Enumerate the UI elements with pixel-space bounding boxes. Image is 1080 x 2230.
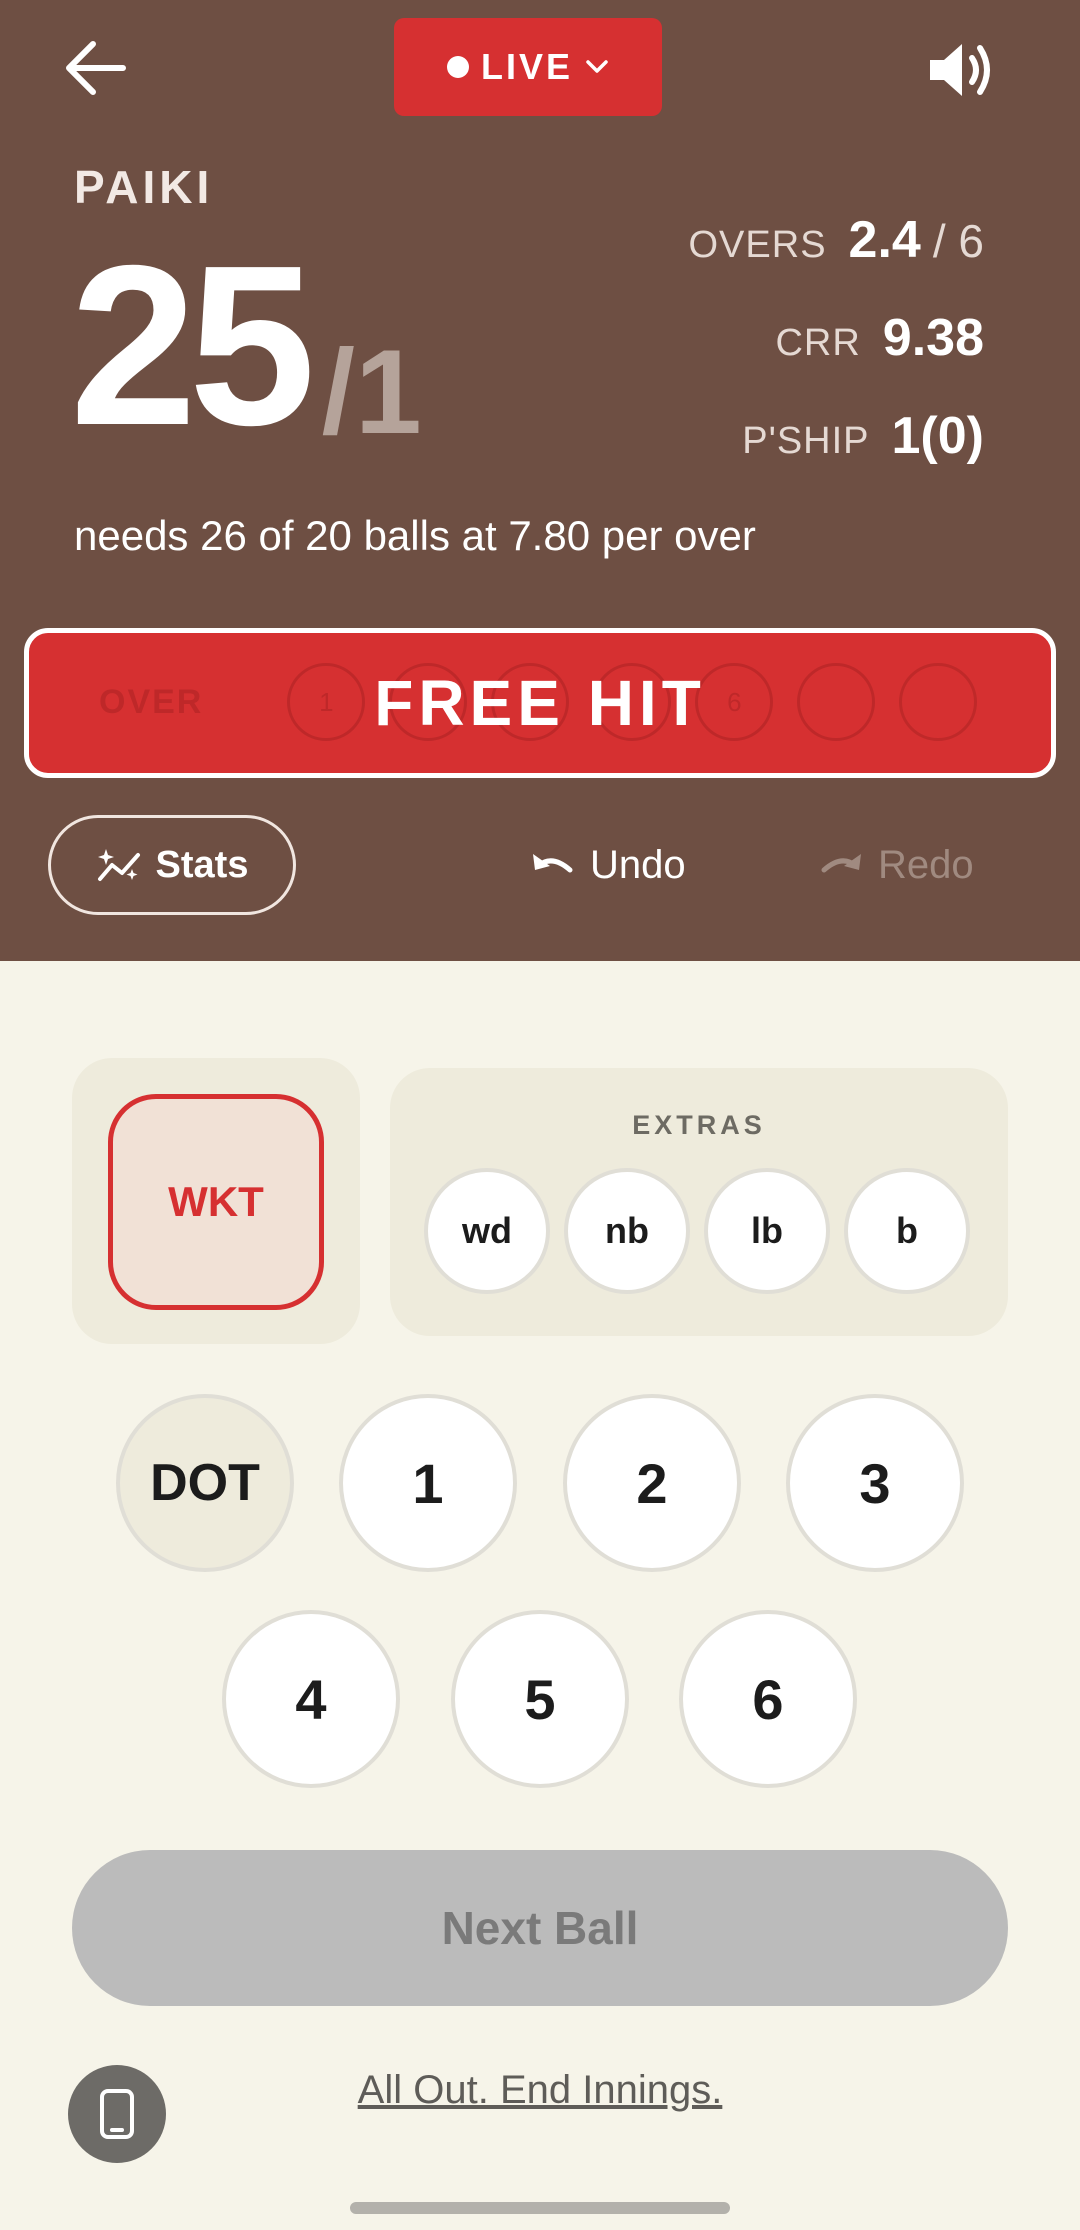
end-innings-link[interactable]: All Out. End Innings. xyxy=(332,2068,748,2113)
scoreboard-header: LIVE PAIKI 25 /1 OVERS 2.4 / 6 CRR 9.38 … xyxy=(0,0,1080,961)
live-label: LIVE xyxy=(480,46,573,87)
three-runs-button[interactable]: 3 xyxy=(786,1394,964,1572)
two-runs-button[interactable]: 2 xyxy=(563,1394,741,1572)
wicket-button[interactable]: WKT xyxy=(108,1094,324,1310)
arrow-left-icon xyxy=(66,41,126,95)
undo-button[interactable]: Undo xyxy=(530,830,686,900)
overs-value: 2.4 xyxy=(848,211,921,269)
phone-icon xyxy=(100,2089,134,2139)
stats-button[interactable]: Stats xyxy=(48,815,296,915)
extras-title: EXTRAS xyxy=(632,1110,766,1140)
partnership-stat: P'SHIP 1(0) xyxy=(742,406,984,466)
sparkle-chart-icon xyxy=(97,849,140,881)
four-runs-button[interactable]: 4 xyxy=(222,1610,400,1788)
wickets-total: /1 xyxy=(321,325,422,459)
home-indicator[interactable] xyxy=(350,2202,730,2214)
redo-label: Redo xyxy=(878,842,974,887)
bye-button[interactable]: b xyxy=(844,1168,970,1294)
wide-button[interactable]: wd xyxy=(424,1168,550,1294)
back-button[interactable] xyxy=(58,30,134,106)
chevron-down-icon xyxy=(586,60,608,73)
runs-total: 25 xyxy=(70,219,316,473)
batting-team-name: PAIKI xyxy=(74,161,214,213)
partnership-value: 1(0) xyxy=(891,407,984,465)
stats-label: Stats xyxy=(155,843,249,886)
crr-stat: CRR 9.38 xyxy=(775,308,984,368)
free-hit-banner: OVER 1 6 FREE HIT xyxy=(24,628,1056,778)
six-runs-button[interactable]: 6 xyxy=(679,1610,857,1788)
redo-button[interactable]: Redo xyxy=(818,830,974,900)
live-dropdown-button[interactable]: LIVE xyxy=(394,18,662,116)
redo-icon xyxy=(821,854,861,873)
undo-icon xyxy=(533,854,573,873)
score-display: 25 /1 xyxy=(70,232,422,460)
crr-label: CRR xyxy=(775,322,861,364)
wicket-card: WKT xyxy=(72,1058,360,1344)
live-indicator-dot xyxy=(446,56,469,78)
extras-buttons: wd nb lb b xyxy=(424,1168,970,1294)
five-runs-button[interactable]: 5 xyxy=(451,1610,629,1788)
one-run-button[interactable]: 1 xyxy=(339,1394,517,1572)
overs-max: / 6 xyxy=(932,215,984,267)
crr-value: 9.38 xyxy=(882,309,984,367)
sound-toggle-button[interactable] xyxy=(920,30,1000,110)
overs-stat: OVERS 2.4 / 6 xyxy=(689,210,985,270)
dot-ball-button[interactable]: DOT xyxy=(116,1394,294,1572)
device-button[interactable] xyxy=(68,2065,166,2163)
target-equation: needs 26 of 20 balls at 7.80 per over xyxy=(74,512,756,559)
no-ball-button[interactable]: nb xyxy=(564,1168,690,1294)
leg-bye-button[interactable]: lb xyxy=(704,1168,830,1294)
overs-label: OVERS xyxy=(688,224,827,266)
partnership-label: P'SHIP xyxy=(742,420,870,462)
undo-label: Undo xyxy=(590,842,686,887)
next-ball-button[interactable]: Next Ball xyxy=(72,1850,1008,2006)
free-hit-label: FREE HIT xyxy=(374,667,706,739)
speaker-icon xyxy=(930,44,990,96)
extras-card: EXTRAS wd nb lb b xyxy=(390,1068,1008,1336)
